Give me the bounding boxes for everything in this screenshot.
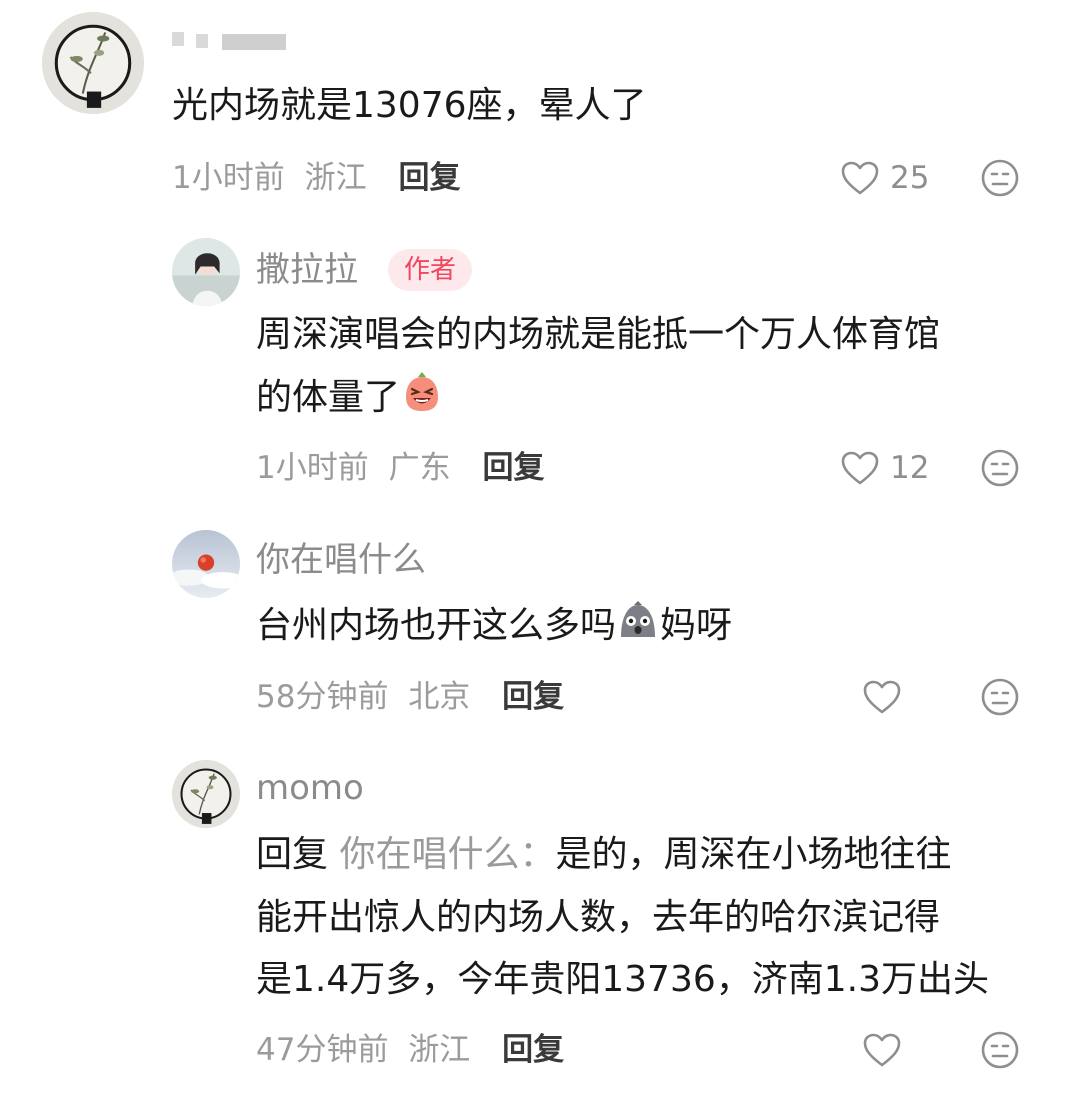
like-button[interactable]: 25	[840, 158, 929, 198]
censored-username	[172, 32, 184, 46]
comment-location: 广东	[388, 450, 451, 486]
girl-photo-avatar-icon	[172, 238, 240, 306]
comment-text-line: 能开出惊人的内场人数，去年的哈尔滨记得	[256, 897, 941, 938]
neutral-face-icon	[981, 678, 1019, 716]
plant-painting-avatar-icon	[42, 12, 144, 114]
like-button[interactable]	[862, 677, 902, 717]
neutral-face-icon	[981, 449, 1019, 487]
reply-target-username[interactable]: 你在唱什么：	[339, 834, 555, 875]
username[interactable]: momo	[256, 768, 364, 808]
heart-outline-icon	[863, 1033, 901, 1067]
comment-text-line: 台州内场也开这么多吗 妈呀	[256, 596, 732, 656]
username[interactable]: 撒拉拉	[256, 250, 358, 290]
comment-text-line: 回复 你在唱什么：是的，周深在小场地往往	[256, 825, 952, 885]
like-button[interactable]: 12	[840, 448, 929, 488]
user-avatar[interactable]	[42, 12, 144, 114]
reply-button[interactable]: 回复	[482, 450, 544, 486]
shocked-face-emoji-icon	[616, 599, 660, 643]
reply-button[interactable]: 回复	[398, 160, 460, 196]
comment-time: 1小时前	[256, 450, 369, 486]
comment-text-segment: 妈呀	[660, 605, 733, 646]
comment-text-line: 是1.4万多，今年贵阳13736，济南1.3万出头	[256, 959, 990, 1000]
dislike-button[interactable]	[980, 1030, 1020, 1070]
heart-outline-icon	[841, 161, 879, 195]
comment-meta: 1小时前 浙江 回复	[172, 158, 460, 198]
laughing-face-emoji-icon	[400, 371, 444, 415]
comment-meta: 58分钟前 北京 回复	[256, 677, 564, 717]
comment-location: 浙江	[408, 1032, 471, 1068]
dislike-button[interactable]	[980, 158, 1020, 198]
comment-text-line: 的体量了	[256, 368, 444, 428]
neutral-face-icon	[981, 1031, 1019, 1069]
plant-painting-avatar-icon	[172, 760, 240, 828]
dislike-button[interactable]	[980, 677, 1020, 717]
comment-location: 北京	[408, 679, 471, 715]
author-badge: 作者	[388, 249, 473, 291]
neutral-face-icon	[981, 159, 1019, 197]
comment-meta: 47分钟前 浙江 回复	[256, 1030, 564, 1070]
comment-text-segment: 的体量了	[256, 377, 401, 418]
comment-time: 1小时前	[172, 160, 285, 196]
heart-outline-icon	[841, 451, 879, 485]
comment-text: 光内场就是13076座，晕人了	[172, 85, 647, 126]
comment-location: 浙江	[304, 160, 367, 196]
comment-time: 58分钟前	[256, 679, 389, 715]
heart-outline-icon	[863, 680, 901, 714]
censored-username	[196, 34, 208, 48]
reply-prefix: 回复	[256, 834, 329, 875]
reply-button[interactable]: 回复	[502, 679, 564, 715]
user-avatar[interactable]	[172, 238, 240, 306]
user-avatar[interactable]	[172, 530, 240, 598]
comment-text-segment: 台州内场也开这么多吗	[256, 605, 617, 646]
comment-text-line: 周深演唱会的内场就是能抵一个万人体育馆	[256, 314, 941, 355]
sunset-sky-avatar-icon	[172, 530, 240, 598]
comment-meta: 1小时前 广东 回复	[256, 448, 544, 488]
like-button[interactable]	[862, 1030, 902, 1070]
reply-button[interactable]: 回复	[502, 1032, 564, 1068]
user-avatar[interactable]	[172, 760, 240, 828]
dislike-button[interactable]	[980, 448, 1020, 488]
comment-text-segment: 是的，周深在小场地往往	[555, 834, 952, 875]
like-count: 25	[890, 160, 930, 196]
comment-time: 47分钟前	[256, 1032, 389, 1068]
username[interactable]: 你在唱什么	[256, 540, 426, 580]
censored-username	[222, 34, 286, 50]
like-count: 12	[890, 450, 930, 486]
